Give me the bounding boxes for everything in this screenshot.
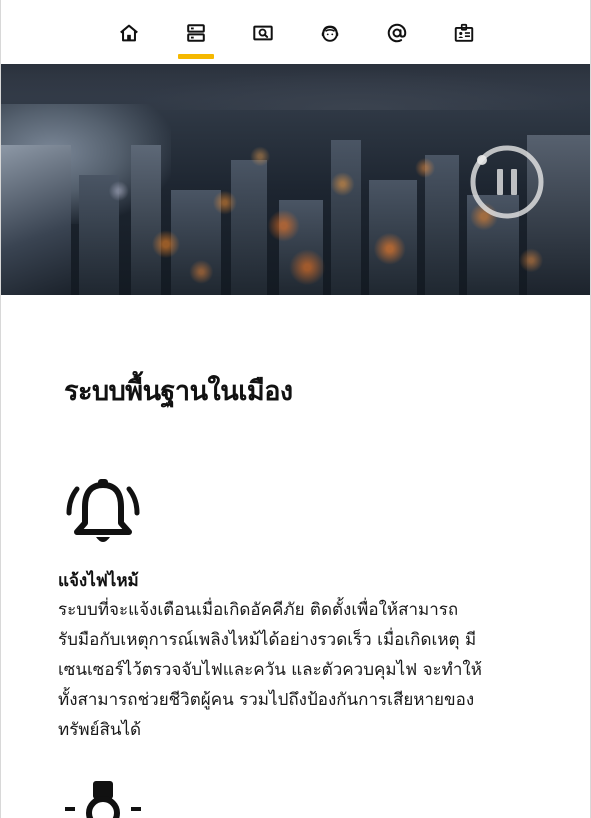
home-icon (120, 24, 138, 42)
security-guard-icon (63, 779, 143, 818)
nav-profile[interactable] (446, 14, 482, 62)
hero-pause-button[interactable] (469, 144, 545, 220)
feature-title: แจ้งไฟไหม้ (58, 571, 139, 591)
page: ระบบพื้นฐานในเมือง แจ้งไฟไหม้ ระบบที่จะแ… (0, 0, 591, 818)
pause-icon (470, 145, 544, 219)
search-monitor-icon (253, 25, 273, 41)
active-tab-indicator (178, 54, 214, 59)
at-sign-icon (387, 23, 407, 43)
nav-services[interactable] (178, 14, 214, 62)
nav-support[interactable] (312, 14, 348, 62)
bell-icon (63, 477, 143, 551)
nav-search[interactable] (245, 14, 281, 62)
id-card-icon (454, 23, 474, 42)
nav-contact[interactable] (379, 14, 415, 62)
support-agent-icon (321, 25, 339, 42)
nav-home[interactable] (111, 14, 147, 62)
feature-description: ระบบที่จะแจ้งเตือนเมื่อเกิดอัคคีภัย ติดต… (58, 600, 482, 740)
hero-banner (1, 64, 590, 295)
server-icon (187, 24, 205, 42)
top-navigation (1, 0, 590, 64)
section-title: ระบบพื้นฐานในเมือง (64, 376, 293, 407)
